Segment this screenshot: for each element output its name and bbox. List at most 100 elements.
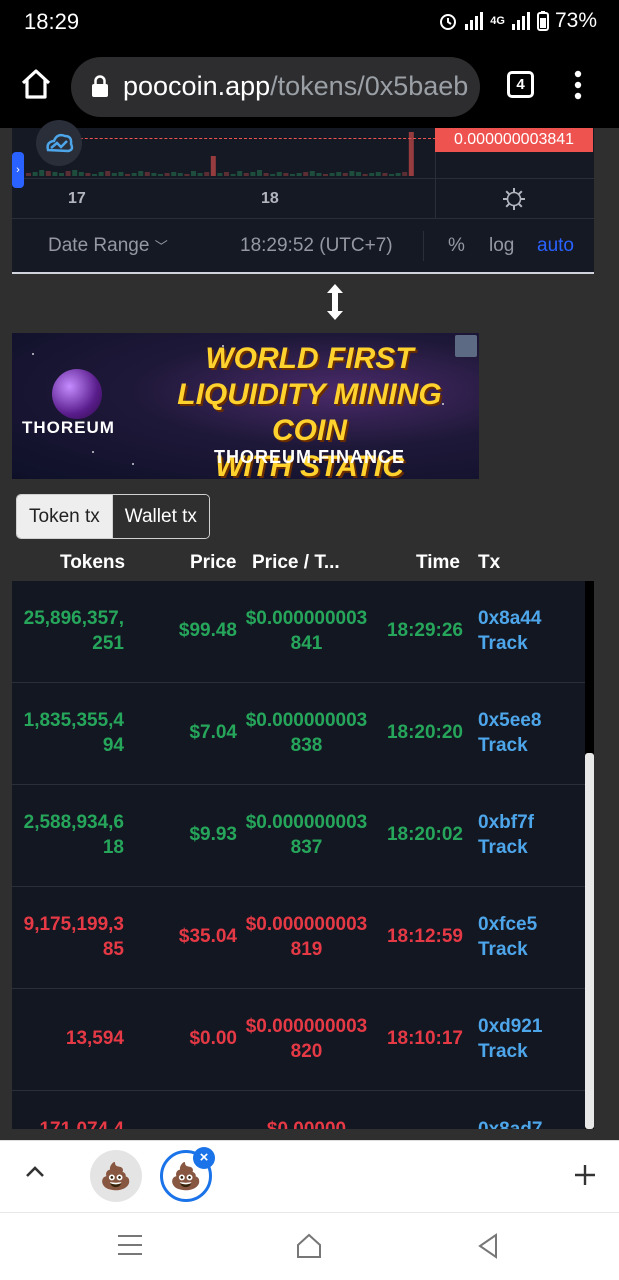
track-link[interactable]: Track (478, 1039, 578, 1064)
table-row: 1,835,355,494 $7.04 $0.000000003838 18:2… (12, 683, 585, 785)
back-button[interactable] (477, 1233, 499, 1264)
tx-hash-link[interactable]: 0x5ee8 (478, 708, 578, 733)
home-button[interactable] (18, 66, 54, 102)
volume-bar (204, 172, 210, 176)
time-axis-divider (24, 178, 594, 179)
volume-bar (92, 174, 97, 176)
menu-button[interactable] (570, 69, 586, 101)
expand-tabs-button[interactable] (24, 1165, 46, 1179)
volume-bar (375, 172, 381, 176)
resize-handle[interactable] (326, 283, 344, 321)
tx-hash-link[interactable]: 0xbf7f (478, 810, 578, 835)
chart-logo (36, 120, 82, 166)
tab-strip: 💩 💩 × (0, 1140, 619, 1212)
cloud-logo-icon (46, 133, 74, 153)
cell-tokens: 25,896,357,251 (23, 608, 124, 654)
tx-hash-link[interactable]: 0xfce5 (478, 912, 578, 937)
chevron-up-icon (26, 1166, 44, 1177)
tx-table-body[interactable]: 25,896,357,251 $99.48 $0.000000003841 18… (12, 581, 585, 1129)
tx-hash-link[interactable]: 0x8a44 (478, 606, 578, 631)
volume-bar (296, 173, 302, 176)
status-time: 18:29 (24, 9, 80, 34)
system-nav-bar (0, 1212, 619, 1280)
price-chart[interactable]: › 0.000000003841 17 18 (12, 120, 594, 219)
signal-icon (464, 12, 484, 30)
percent-scale-button[interactable]: % (448, 235, 465, 257)
volume-bar (290, 174, 295, 176)
tx-hash-link[interactable]: 0xd921 (478, 1014, 578, 1039)
volume-bar (356, 172, 361, 176)
track-link[interactable]: Track (478, 733, 578, 758)
track-link[interactable]: Track (478, 835, 578, 860)
home-outline-icon (297, 1233, 321, 1258)
volume-bar (65, 171, 71, 176)
system-home-button[interactable] (296, 1233, 322, 1264)
address-bar[interactable]: poocoin.app/tokens/0x5baeb (71, 57, 480, 117)
header-price-per-token[interactable]: Price / T... (252, 552, 340, 574)
cell-price-per-token: $0.00000 (244, 1117, 369, 1129)
gear-icon[interactable] (502, 187, 526, 211)
volume-bar (336, 172, 342, 176)
auto-scale-button[interactable]: auto (537, 235, 574, 257)
tab-token-tx[interactable]: Token tx (17, 495, 112, 538)
cell-price-per-token: $0.000000003819 (245, 914, 368, 960)
tx-hash-link[interactable]: 0x8ad7 (478, 1117, 578, 1129)
cell-price-per-token: $0.000000003820 (245, 1016, 368, 1062)
log-scale-button[interactable]: log (489, 235, 514, 257)
scrollbar-thumb[interactable] (585, 753, 594, 1129)
header-time[interactable]: Time (416, 552, 460, 574)
volume-bar (158, 174, 163, 176)
url-host: poocoin.app (123, 71, 271, 101)
volume-bar (52, 172, 58, 176)
ad-info-icon[interactable] (455, 335, 477, 357)
cell-time: 18:20:02 (386, 824, 463, 845)
header-tokens[interactable]: Tokens (60, 552, 125, 574)
volume-bar (217, 173, 223, 176)
volume-bar (118, 172, 124, 176)
network-type: 4G (490, 15, 505, 27)
track-link[interactable]: Track (478, 937, 578, 962)
chart-panel-toggle[interactable]: › (12, 152, 24, 188)
x-axis-label: 17 (68, 190, 86, 207)
volume-bar (237, 171, 243, 176)
tab-favicon[interactable]: 💩 (90, 1150, 142, 1202)
table-row: 2,588,934,618 $9.93 $0.000000003837 18:2… (12, 785, 585, 887)
lock-icon (92, 75, 108, 97)
table-scrollbar[interactable] (585, 581, 594, 1129)
chevron-down-icon: ﹀ (154, 239, 168, 254)
volume-bar (171, 172, 177, 176)
table-row: 171,074,4 $0.00000 0x8ad7 (12, 1091, 585, 1129)
tab-wallet-tx[interactable]: Wallet tx (111, 495, 209, 538)
volume-bar (329, 173, 335, 176)
last-price-tag: 0.000000003841 (435, 128, 593, 152)
volume-bar (98, 172, 104, 176)
chart-bottom-toolbar: Date Range ﹀ 18:29:52 (UTC+7) % log auto (12, 219, 594, 274)
volume-bar (32, 172, 38, 176)
volume-bar (402, 172, 408, 176)
plus-icon (575, 1165, 595, 1185)
header-tx[interactable]: Tx (478, 552, 500, 574)
tx-tab-group: Token tx Wallet tx (16, 494, 210, 539)
close-icon[interactable]: × (193, 1147, 215, 1169)
cell-price: $99.48 (178, 620, 237, 641)
volume-bar (263, 173, 269, 176)
header-price[interactable]: Price (190, 552, 236, 574)
volume-bar (309, 171, 315, 176)
recent-apps-button[interactable] (117, 1233, 143, 1262)
tab-switcher-button[interactable]: 4 (507, 71, 534, 98)
status-icons: 4G 73% (438, 9, 597, 33)
browser-toolbar: poocoin.app/tokens/0x5baeb 4 (0, 44, 619, 128)
ad-banner[interactable]: THOREUM WORLD FIRST LIQUIDITY MINING COI… (12, 333, 479, 479)
cell-time: 18:12:59 (386, 926, 463, 947)
date-range-button[interactable]: Date Range ﹀ (48, 235, 168, 257)
thoreum-logo-icon (52, 369, 102, 419)
track-link[interactable]: Track (478, 631, 578, 656)
volume-bar (210, 156, 216, 176)
new-tab-button[interactable] (573, 1163, 597, 1187)
table-row: 9,175,199,385 $35.04 $0.000000003819 18:… (12, 887, 585, 989)
ad-headline-line: LIQUIDITY MINING COIN (177, 378, 442, 447)
volume-bar (85, 173, 91, 176)
cell-tokens: 13,594 (65, 1028, 124, 1049)
status-bar: 18:29 4G 73% (0, 0, 619, 44)
volume-bar (323, 174, 328, 176)
